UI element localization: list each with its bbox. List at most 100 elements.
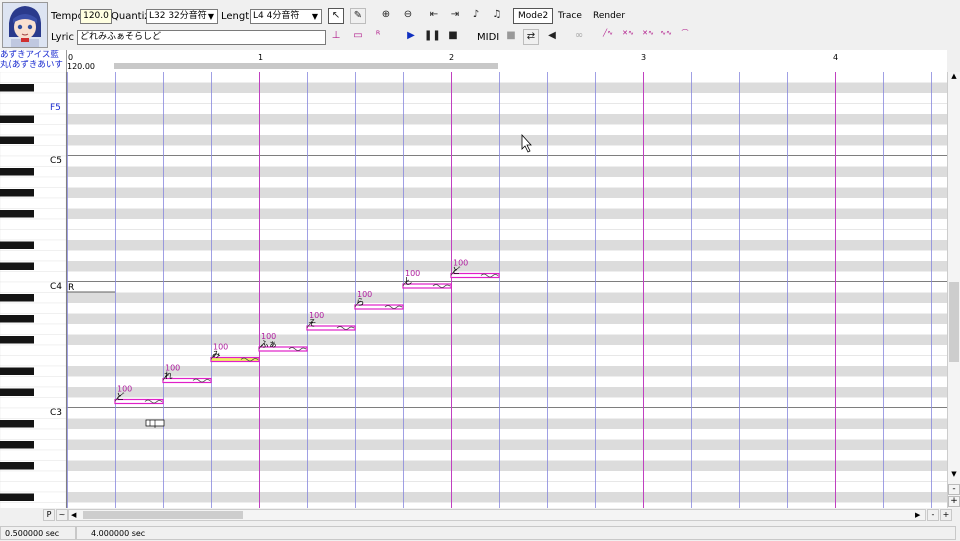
piano-key-white[interactable] xyxy=(0,271,67,283)
piano-key-white[interactable] xyxy=(0,323,67,335)
note-lyric[interactable]: し xyxy=(404,277,413,287)
piano-key-black[interactable] xyxy=(0,115,34,124)
trace-button[interactable]: Trace xyxy=(553,8,587,24)
vertical-scroll-thumb[interactable] xyxy=(949,282,959,362)
vibrato-button[interactable]: ✕∿ xyxy=(638,29,658,45)
piano-key-white[interactable] xyxy=(0,502,67,509)
note-lyric[interactable]: ふぁ xyxy=(260,340,277,350)
zoom-out-button[interactable]: ⊖ xyxy=(400,8,416,24)
key-label-c5: C5 xyxy=(50,156,62,166)
note-lyric[interactable]: れ xyxy=(164,372,173,382)
horizontal-scroll-thumb[interactable] xyxy=(83,511,243,519)
piano-key-black[interactable] xyxy=(0,189,34,197)
note-lyric[interactable]: ど xyxy=(116,393,125,403)
piano-key-white[interactable] xyxy=(0,250,67,262)
pause-button[interactable]: ❚❚ xyxy=(424,29,441,45)
vibrato-wave-button[interactable]: ∿∿ xyxy=(656,29,676,45)
grid-row xyxy=(67,198,947,209)
piano-key-white[interactable] xyxy=(0,397,67,409)
note-lyric[interactable]: ど xyxy=(452,267,461,277)
piano-key-white[interactable] xyxy=(0,428,67,440)
insert-rest-button[interactable]: ▭ xyxy=(350,29,366,45)
pitch-auto-button[interactable]: ╱∿ xyxy=(598,29,618,45)
piano-key-black[interactable] xyxy=(0,462,34,470)
piano-key-white[interactable] xyxy=(0,355,67,367)
piano-key-black[interactable] xyxy=(0,388,34,397)
piano-key-white[interactable] xyxy=(0,218,67,230)
loop-button[interactable]: ⇄ xyxy=(523,29,539,45)
vzoom-minus-button[interactable]: - xyxy=(948,484,960,495)
note-prev-button[interactable]: ♪ xyxy=(468,8,484,24)
piano-key-black[interactable] xyxy=(0,294,34,302)
pitch-panel-toggle[interactable]: P xyxy=(43,509,55,521)
midi-button[interactable]: MIDI xyxy=(477,32,499,43)
piano-key-black[interactable] xyxy=(0,420,34,428)
piano-key-black[interactable] xyxy=(0,367,34,376)
piano-key-white[interactable] xyxy=(0,229,67,241)
timeline-ruler[interactable]: 120.00 xyxy=(67,50,947,72)
note-lyric[interactable]: そ xyxy=(308,319,317,329)
go-end-button[interactable]: ⇥ xyxy=(447,8,463,24)
piano-key-black[interactable] xyxy=(0,441,34,449)
render-button[interactable]: Render xyxy=(588,8,631,24)
play-button[interactable]: ▶ xyxy=(403,29,419,45)
hzoom-plus-button[interactable]: + xyxy=(940,509,952,521)
grid-row xyxy=(67,250,947,261)
piano-key-white[interactable] xyxy=(0,449,67,461)
piano-key-black[interactable] xyxy=(0,315,34,323)
vzoom-plus-button[interactable]: + xyxy=(948,496,960,507)
piano-key-white[interactable] xyxy=(0,124,67,136)
piano-key-white[interactable] xyxy=(0,470,67,482)
chevron-down-icon: ▼ xyxy=(207,12,215,21)
scroll-up-icon[interactable]: ▲ xyxy=(948,72,960,82)
piano-key-white[interactable] xyxy=(0,344,67,356)
tilde-toggle[interactable]: ~ xyxy=(56,509,68,521)
piano-key-white[interactable] xyxy=(0,92,67,104)
hzoom-minus-button[interactable]: - xyxy=(927,509,939,521)
scroll-right-icon[interactable]: ▶ xyxy=(915,510,920,520)
piano-key-black[interactable] xyxy=(0,262,34,271)
piano-key-white[interactable] xyxy=(0,197,67,209)
piano-key-white[interactable] xyxy=(0,176,67,188)
insert-note-button[interactable]: ⊥ xyxy=(328,29,344,45)
lyric-input[interactable]: どれみふぁそらしど xyxy=(77,30,326,45)
piano-key-white[interactable] xyxy=(0,376,67,388)
note-next-button[interactable]: ♫ xyxy=(489,8,505,24)
pointer-tool-button[interactable]: ↖ xyxy=(328,8,344,24)
length-select[interactable]: L4 4分音符 ▼ xyxy=(250,9,322,24)
piano-key-black[interactable] xyxy=(0,336,34,344)
quantize-select[interactable]: L32 32分音符 ▼ xyxy=(146,9,218,24)
grid-row xyxy=(67,271,947,282)
scroll-left-icon[interactable]: ◀ xyxy=(71,510,76,520)
link-button[interactable]: ∞ xyxy=(571,29,587,45)
tempo-input[interactable]: 120.0 xyxy=(80,9,112,24)
pencil-tool-button[interactable]: ✎ xyxy=(350,8,366,24)
mode2-button[interactable]: Mode2 xyxy=(513,8,554,24)
scroll-down-icon[interactable]: ▼ xyxy=(948,470,960,480)
piano-key-black[interactable] xyxy=(0,241,34,250)
go-start-button[interactable]: ⇤ xyxy=(426,8,442,24)
piano-key-black[interactable] xyxy=(0,168,34,176)
note-lyric[interactable]: ら xyxy=(356,298,365,308)
pitch-clear-button[interactable]: ✕∿ xyxy=(618,29,638,45)
piano-key-black[interactable] xyxy=(0,84,34,92)
piano-roll[interactable]: 100ど100れ100み100ふぁ100そ100ら100し100ど R F5 C… xyxy=(0,72,960,508)
piano-key-white[interactable] xyxy=(0,145,67,157)
envelope-button[interactable]: ⌒ xyxy=(675,29,695,45)
note-lyric[interactable]: み xyxy=(212,351,221,361)
grid-row xyxy=(67,387,947,398)
zoom-in-button[interactable]: ⊕ xyxy=(378,8,394,24)
piano-key-white[interactable] xyxy=(0,481,67,493)
piano-key-black[interactable] xyxy=(0,136,34,145)
record-button[interactable]: ■ xyxy=(503,29,519,45)
stop-button[interactable]: ■ xyxy=(445,29,461,45)
piano-key-white[interactable] xyxy=(0,302,67,314)
piano-key-black[interactable] xyxy=(0,210,34,218)
pencil-icon: ✎ xyxy=(353,10,363,21)
piano-key-black[interactable] xyxy=(0,493,34,502)
vertical-scrollbar[interactable]: ▲ ▼ - + xyxy=(947,72,960,508)
rest-button[interactable]: ᴿ xyxy=(370,29,386,45)
piano-key-white[interactable] xyxy=(0,72,67,83)
speaker-button[interactable]: ◀ xyxy=(544,29,560,45)
horizontal-scrollbar[interactable]: ◀ ▶ xyxy=(68,509,926,521)
